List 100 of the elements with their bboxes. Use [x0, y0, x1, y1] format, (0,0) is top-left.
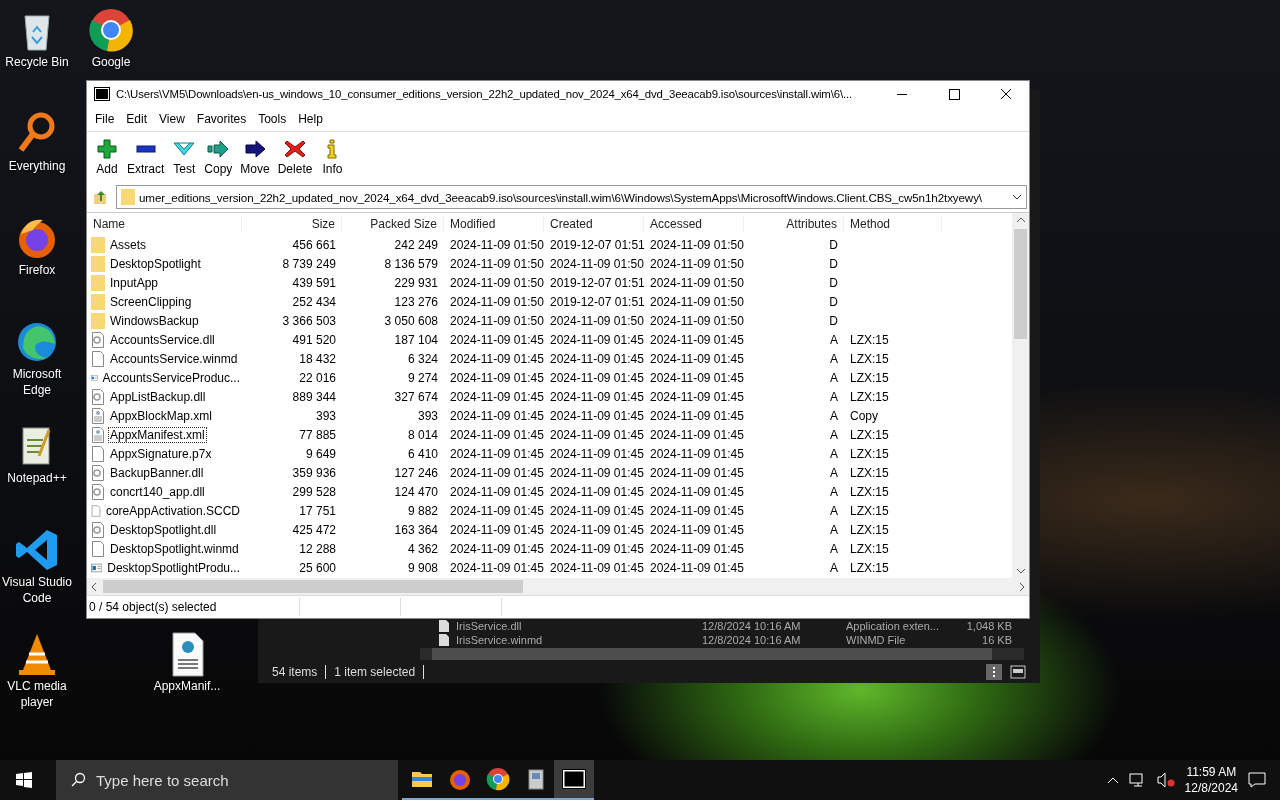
table-cell-text: 327 674	[393, 389, 439, 404]
file-name[interactable]: AppListBackup.dll	[108, 388, 208, 405]
table-cell-text: 77 885	[298, 427, 337, 442]
speech-bubble-icon[interactable]	[1248, 771, 1266, 789]
file-name[interactable]: InputApp	[108, 274, 161, 291]
table-cell-text: LZX:15	[849, 332, 890, 347]
file-name[interactable]: AccountsService.dll	[108, 331, 217, 348]
table-cell-text: 393	[314, 408, 337, 423]
windows-logo-icon[interactable]	[16, 772, 32, 788]
file-date: 12/8/2024 10:16 AM	[702, 633, 802, 647]
desktop-icon-label[interactable]: Google	[91, 54, 131, 70]
scrollbar-thumb[interactable]	[1014, 229, 1027, 339]
file-name[interactable]: AccountsServiceProduc...	[100, 369, 242, 386]
search-field[interactable]: Type here to search	[56, 760, 398, 800]
table-cell-text: 2024-11-09 01:45	[449, 465, 544, 480]
file-name[interactable]: coreAppActivation.SCCD	[103, 502, 242, 519]
file-name[interactable]: concrt140_app.dll	[108, 483, 207, 500]
table-cell-text: LZX:15	[849, 560, 890, 575]
file-name[interactable]: Assets	[108, 236, 148, 253]
horizontal-scrollbar[interactable]	[87, 578, 1029, 595]
table-cell-text: 9 908	[406, 560, 439, 575]
table-cell-text: 2024-11-09 01:45	[549, 522, 644, 537]
desktop-icon-label[interactable]: AppxManif...	[153, 678, 221, 694]
table-cell-text: 2024-11-09 01:45	[649, 503, 744, 518]
column-header[interactable]: Name	[87, 217, 242, 231]
desktop-icon-label[interactable]: Microsoft Edge	[0, 366, 74, 398]
blank-file-icon	[91, 502, 101, 519]
chevron-left-icon[interactable]	[91, 581, 97, 592]
table-cell-text: D	[828, 313, 839, 328]
file-name[interactable]: WindowsBackup	[108, 312, 201, 329]
desktop-icon-label[interactable]: VLC media player	[0, 678, 74, 710]
document-icon	[91, 426, 105, 443]
chevron-right-icon[interactable]	[1019, 581, 1025, 592]
menu-item[interactable]: Edit	[120, 112, 154, 126]
table-cell-text: 2024-11-09 01:50	[449, 256, 544, 271]
address-field[interactable]: umer_editions_version_22h2_updated_nov_2024_x64_dvd_3eeacab9.iso\sources\install.wim\6\Windows\SystemApps\MicrosoftWindows.Client.CBS_cw5n1h2txyewy\	[116, 185, 1027, 209]
table-cell-text: 2024-11-09 01:50	[649, 275, 744, 290]
column-header[interactable]: Packed Size	[342, 217, 444, 231]
chevron-down-icon[interactable]	[1012, 194, 1022, 200]
table-cell-text: A	[829, 332, 839, 347]
column-header[interactable]: Modified	[444, 217, 544, 231]
file-name[interactable]: AppxManifest.xml	[108, 426, 207, 443]
table-cell-text: 2024-11-09 01:45	[449, 446, 544, 461]
file-name[interactable]: DesktopSpotlightProdu...	[105, 559, 242, 576]
file-name[interactable]: DesktopSpotlight	[108, 255, 203, 272]
file-name[interactable]: AppxSignature.p7x	[108, 445, 214, 462]
table-cell-text: D	[828, 294, 839, 309]
table-cell-text: 9 274	[406, 370, 439, 385]
desktop-icon-label[interactable]: Visual Studio Code	[0, 574, 74, 606]
desktop-icon-label[interactable]: Notepad++	[7, 470, 67, 486]
file-name[interactable]: DesktopSpotlight.dll	[108, 521, 219, 538]
file-name[interactable]: BackupBanner.dll	[108, 464, 206, 481]
speaker-muted-icon[interactable]	[1156, 772, 1175, 788]
column-header[interactable]: Accessed	[644, 217, 744, 231]
browser-logo-icon[interactable]	[87, 6, 135, 54]
menu-item[interactable]: Tools	[252, 112, 293, 126]
tiles-view-icon[interactable]	[1010, 664, 1026, 680]
table-cell-text: LZX:15	[849, 370, 890, 385]
status-text: 0 / 54 object(s) selected	[88, 600, 218, 614]
desktop-icon-label[interactable]: Everything	[8, 158, 66, 174]
table-cell-text: 2024-11-09 01:45	[549, 351, 644, 366]
table-cell-text: 127 246	[393, 465, 439, 480]
table-cell-text: 2024-11-09 01:45	[649, 446, 744, 461]
file-type: WINMD File	[846, 633, 907, 647]
details-view-icon[interactable]	[986, 664, 1002, 680]
table-cell-text: LZX:15	[849, 465, 890, 480]
menu-item[interactable]: File	[89, 112, 121, 126]
menu-item[interactable]: View	[153, 112, 191, 126]
scrollbar-thumb[interactable]	[103, 580, 523, 593]
window-title: C:\Users\VM5\Downloads\en-us_windows_10_consumer_editions_version_22h2_updated_nov_2024_x64_dvd_3eeacab9.iso\sources\install.wim\6\...	[116, 88, 853, 100]
file-name[interactable]: AccountsService.winmd	[108, 350, 240, 367]
chevron-down-icon[interactable]	[1015, 568, 1026, 574]
file-name[interactable]: ScreenClipping	[108, 293, 194, 310]
file-date: 12/8/2024 10:16 AM	[702, 619, 802, 633]
desktop-icon-label[interactable]: Firefox	[18, 262, 56, 278]
taskbar-app[interactable]	[554, 760, 594, 800]
column-header[interactable]: Size	[242, 217, 342, 231]
table-cell-text: 2024-11-09 01:45	[549, 389, 644, 404]
table-cell-text: 2024-11-09 01:45	[649, 484, 744, 499]
clock[interactable]: 11:59 AM 12/8/2024	[1184, 764, 1238, 796]
table-cell-text: 2024-11-09 01:45	[549, 503, 644, 518]
menu-item[interactable]: Help	[292, 112, 329, 126]
column-header[interactable]: Created	[544, 217, 644, 231]
table-cell-text: 2024-11-09 01:45	[449, 332, 544, 347]
table-cell-text: 6 324	[406, 351, 439, 366]
table-cell-text: LZX:15	[849, 541, 890, 556]
file-name[interactable]: AppxBlockMap.xml	[108, 407, 215, 424]
menu-item[interactable]: Favorites	[190, 112, 253, 126]
table-cell-text: LZX:15	[849, 446, 890, 461]
table-cell-text: 425 472	[291, 522, 337, 537]
file-name[interactable]: DesktopSpotlight.winmd	[108, 540, 241, 557]
vertical-scrollbar[interactable]	[1012, 213, 1029, 578]
table-cell-text: 2024-11-09 01:50	[549, 313, 644, 328]
chevron-up-icon[interactable]	[1015, 217, 1026, 223]
column-header[interactable]: Method	[844, 217, 942, 231]
file-type: Application exten...	[846, 619, 940, 633]
column-header[interactable]: Attributes	[744, 217, 844, 231]
desktop-icon-label[interactable]: Recycle Bin	[5, 54, 69, 70]
file-name[interactable]: IrisService.winmd	[456, 633, 696, 647]
file-name[interactable]: IrisService.dll	[456, 619, 696, 633]
